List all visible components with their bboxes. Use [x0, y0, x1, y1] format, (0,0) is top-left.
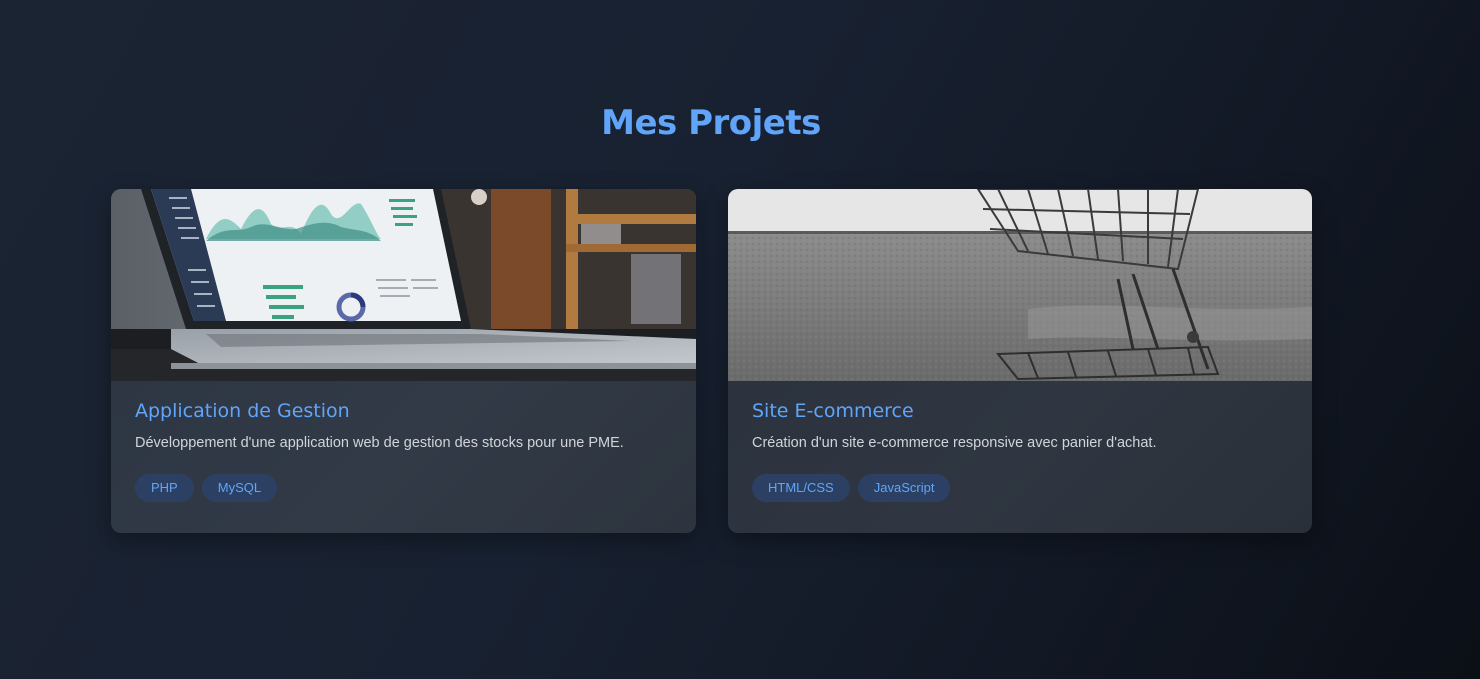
card-title[interactable]: Site E-commerce	[752, 399, 1288, 423]
card-description: Développement d'une application web de g…	[135, 435, 624, 451]
tag-html-css: HTML/CSS	[752, 474, 850, 502]
project-card-gestion[interactable]: Application de Gestion Développement d'u…	[111, 189, 696, 533]
card-description: Création d'un site e-commerce responsive…	[752, 435, 1157, 451]
tag-javascript: JavaScript	[857, 474, 951, 502]
tag-list: HTML/CSS JavaScript	[752, 474, 1288, 502]
shopping-cart-image	[728, 189, 1312, 381]
project-card-ecommerce[interactable]: Site E-commerce Création d'un site e-com…	[728, 189, 1312, 533]
laptop-dashboard-image	[111, 189, 696, 381]
tag-list: PHP MySQL	[135, 474, 672, 502]
tag-php: PHP	[135, 474, 194, 502]
tag-mysql: MySQL	[201, 474, 278, 502]
section-title: Mes Projets	[601, 103, 821, 143]
card-title[interactable]: Application de Gestion	[135, 399, 672, 423]
